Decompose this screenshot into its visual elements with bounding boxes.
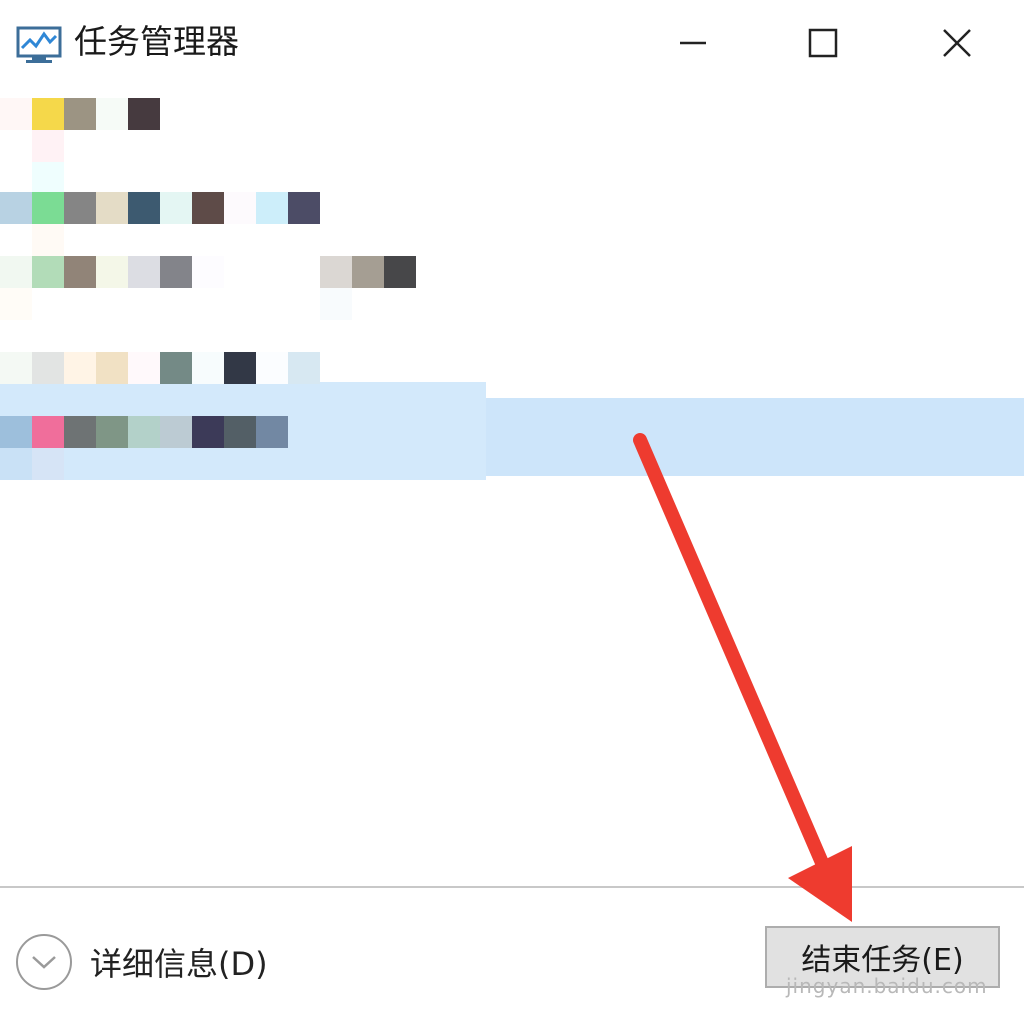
- redacted-pixel: [0, 416, 32, 448]
- process-row[interactable]: [0, 192, 1024, 256]
- redacted-pixel: [192, 352, 224, 384]
- redacted-pixel: [160, 352, 192, 384]
- redacted-pixel: [0, 352, 32, 384]
- redacted-pixel: [160, 192, 192, 224]
- redacted-pixel: [64, 352, 96, 384]
- redacted-pixel: [96, 256, 128, 288]
- minimize-icon: [680, 41, 706, 45]
- title-bar[interactable]: 任务管理器: [0, 0, 1024, 86]
- redacted-pixel: [128, 98, 160, 130]
- task-manager-icon: [16, 26, 62, 63]
- redacted-pixel: [192, 416, 224, 448]
- close-button[interactable]: [890, 0, 1024, 86]
- redacted-pixel: [256, 416, 288, 448]
- redacted-pixel: [32, 192, 64, 224]
- redacted-pixel: [0, 448, 32, 480]
- redacted-pixel: [384, 256, 416, 288]
- minimize-button[interactable]: [626, 0, 760, 86]
- redacted-pixel: [64, 416, 96, 448]
- redacted-pixel: [96, 98, 128, 130]
- redacted-pixel: [0, 256, 32, 288]
- maximize-icon: [808, 28, 838, 58]
- redacted-pixel: [192, 256, 224, 288]
- process-row[interactable]: [0, 352, 1024, 416]
- more-details-label: 详细信息(D): [90, 945, 268, 983]
- redacted-pixel: [32, 256, 64, 288]
- redacted-pixel: [192, 192, 224, 224]
- redacted-pixel: [160, 256, 192, 288]
- redacted-pixel: [0, 98, 32, 130]
- redacted-pixel: [0, 192, 32, 224]
- redacted-pixel: [256, 192, 288, 224]
- redacted-pixel: [32, 352, 64, 384]
- redacted-pixel: [160, 416, 192, 448]
- footer-bar: 详细信息(D) 结束任务(E) jingyan.baidu.com: [0, 888, 1024, 1024]
- process-list: [0, 98, 1024, 888]
- redacted-pixel: [32, 130, 64, 162]
- redacted-pixel: [288, 352, 320, 384]
- redacted-pixel: [128, 416, 160, 448]
- redacted-pixel: [32, 162, 64, 194]
- redacted-pixel: [32, 448, 64, 480]
- chevron-down-icon: [16, 934, 72, 990]
- close-icon: [943, 29, 971, 57]
- redacted-pixel: [32, 416, 64, 448]
- redacted-pixel: [32, 224, 64, 256]
- more-details-toggle[interactable]: 详细信息(D): [16, 932, 268, 992]
- redacted-pixel: [224, 192, 256, 224]
- window-title: 任务管理器: [74, 22, 239, 61]
- process-row[interactable]: [0, 256, 1024, 320]
- redacted-pixel: [224, 352, 256, 384]
- redacted-pixel: [96, 416, 128, 448]
- redacted-pixel: [320, 288, 352, 320]
- maximize-button[interactable]: [756, 0, 890, 86]
- redacted-pixel: [96, 352, 128, 384]
- redacted-pixel: [64, 192, 96, 224]
- redacted-pixel: [128, 256, 160, 288]
- redacted-pixel: [0, 288, 32, 320]
- redacted-pixel: [128, 352, 160, 384]
- redacted-pixel: [32, 98, 64, 130]
- redacted-pixel: [288, 192, 320, 224]
- redacted-pixel: [256, 352, 288, 384]
- redacted-pixel: [96, 192, 128, 224]
- redacted-pixel: [320, 256, 352, 288]
- redacted-pixel: [128, 192, 160, 224]
- redacted-pixel: [224, 416, 256, 448]
- watermark-text: jingyan.baidu.com: [786, 974, 988, 998]
- redacted-pixel: [64, 98, 96, 130]
- process-row-selected[interactable]: [0, 416, 1024, 480]
- task-manager-window: 任务管理器 详细信息(D) 结束任务(E) jingyan.baidu.com: [0, 0, 1024, 1024]
- redacted-pixel: [352, 256, 384, 288]
- process-row[interactable]: [0, 98, 1024, 194]
- redacted-pixel: [64, 256, 96, 288]
